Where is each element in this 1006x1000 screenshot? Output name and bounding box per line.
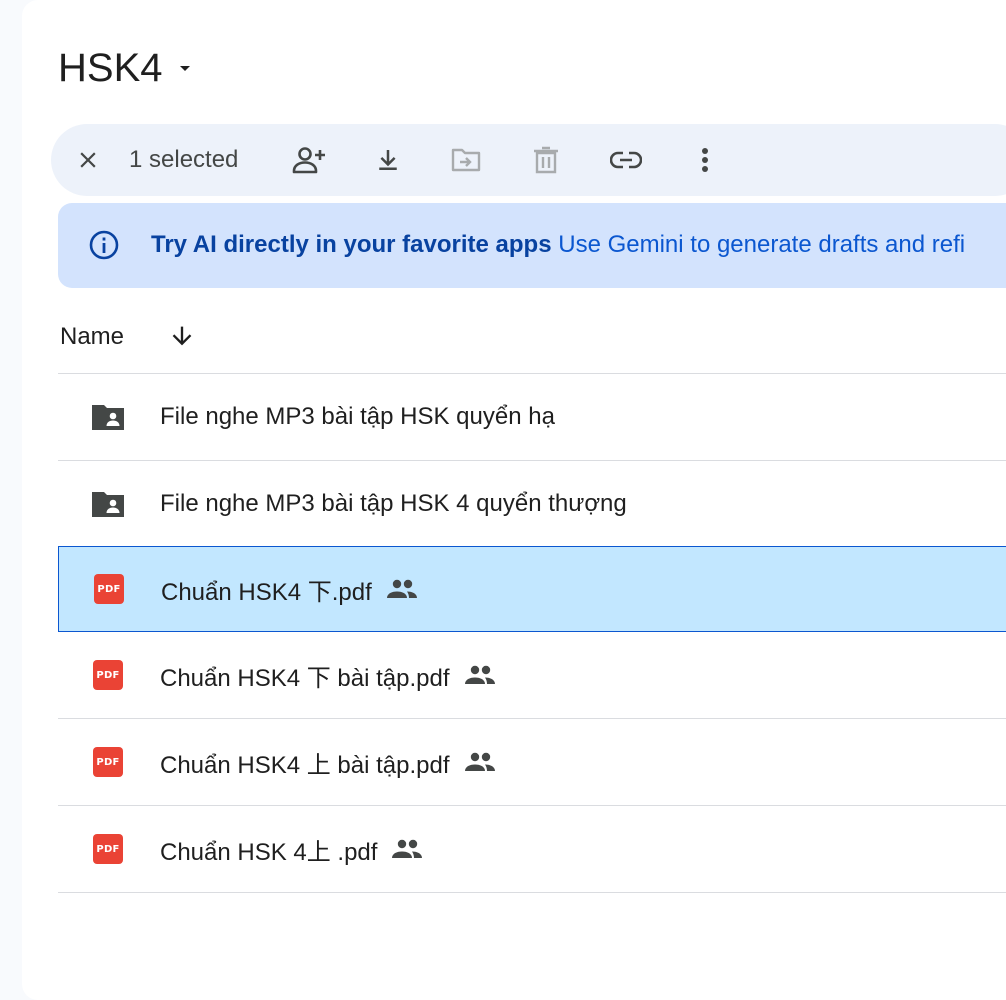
name-column-header[interactable]: Name xyxy=(60,318,124,356)
name-column-label: Name xyxy=(60,323,125,350)
move-icon[interactable] xyxy=(448,142,484,178)
list-item[interactable]: PDF Chuẩn HSK4 上 bài tập.pdf xyxy=(58,718,1006,805)
list-item[interactable]: File nghe MP3 bài tập HSK quyển hạ xyxy=(58,373,1006,460)
shared-people-icon xyxy=(386,573,418,605)
shared-people-icon xyxy=(391,833,423,865)
list-item[interactable]: PDF Chuẩn HSK 4上 .pdf xyxy=(58,805,1006,893)
banner-title[interactable]: Try AI directly in your favorite apps xyxy=(151,231,552,258)
folder-title: HSK4 xyxy=(58,45,163,90)
file-name: Chuẩn HSK4 上 bài tập.pdf xyxy=(160,751,450,779)
close-icon[interactable] xyxy=(70,142,106,178)
banner-description: Use Gemini to generate drafts and refi xyxy=(558,231,966,258)
list-item[interactable]: PDF Chuẩn HSK4 下 bài tập.pdf xyxy=(58,632,1006,718)
shared-folder-icon xyxy=(90,486,126,522)
link-icon[interactable] xyxy=(607,142,645,178)
pdf-icon: PDF xyxy=(90,831,126,867)
pdf-icon: PDF xyxy=(91,571,127,607)
folder-title-dropdown[interactable]: HSK4 xyxy=(58,40,197,96)
share-icon[interactable] xyxy=(290,142,328,178)
file-name: File nghe MP3 bài tập HSK 4 quyển thượng xyxy=(160,490,627,517)
more-vert-icon[interactable] xyxy=(688,142,722,178)
shared-folder-icon xyxy=(90,399,126,435)
sort-arrow-down-icon[interactable] xyxy=(168,322,196,350)
trash-icon[interactable] xyxy=(528,142,564,178)
file-name: Chuẩn HSK4 下.pdf xyxy=(161,578,372,606)
pdf-icon: PDF xyxy=(90,744,126,780)
file-list: File nghe MP3 bài tập HSK quyển hạ File … xyxy=(58,373,1006,893)
pdf-icon: PDF xyxy=(90,657,126,693)
banner-text: Try AI directly in your favorite apps Us… xyxy=(151,228,965,262)
shared-people-icon xyxy=(464,659,496,691)
shared-people-icon xyxy=(464,746,496,778)
selected-count: 1 selected xyxy=(129,146,239,173)
list-item[interactable]: File nghe MP3 bài tập HSK 4 quyển thượng xyxy=(58,460,1006,547)
info-icon xyxy=(88,229,120,261)
file-name: Chuẩn HSK4 下 bài tập.pdf xyxy=(160,664,450,692)
caret-down-icon xyxy=(173,56,197,80)
download-icon[interactable] xyxy=(370,142,406,178)
list-item-selected[interactable]: PDF Chuẩn HSK4 下.pdf xyxy=(58,546,1006,632)
file-name: Chuẩn HSK 4上 .pdf xyxy=(160,838,378,866)
file-name: File nghe MP3 bài tập HSK quyển hạ xyxy=(160,403,555,430)
